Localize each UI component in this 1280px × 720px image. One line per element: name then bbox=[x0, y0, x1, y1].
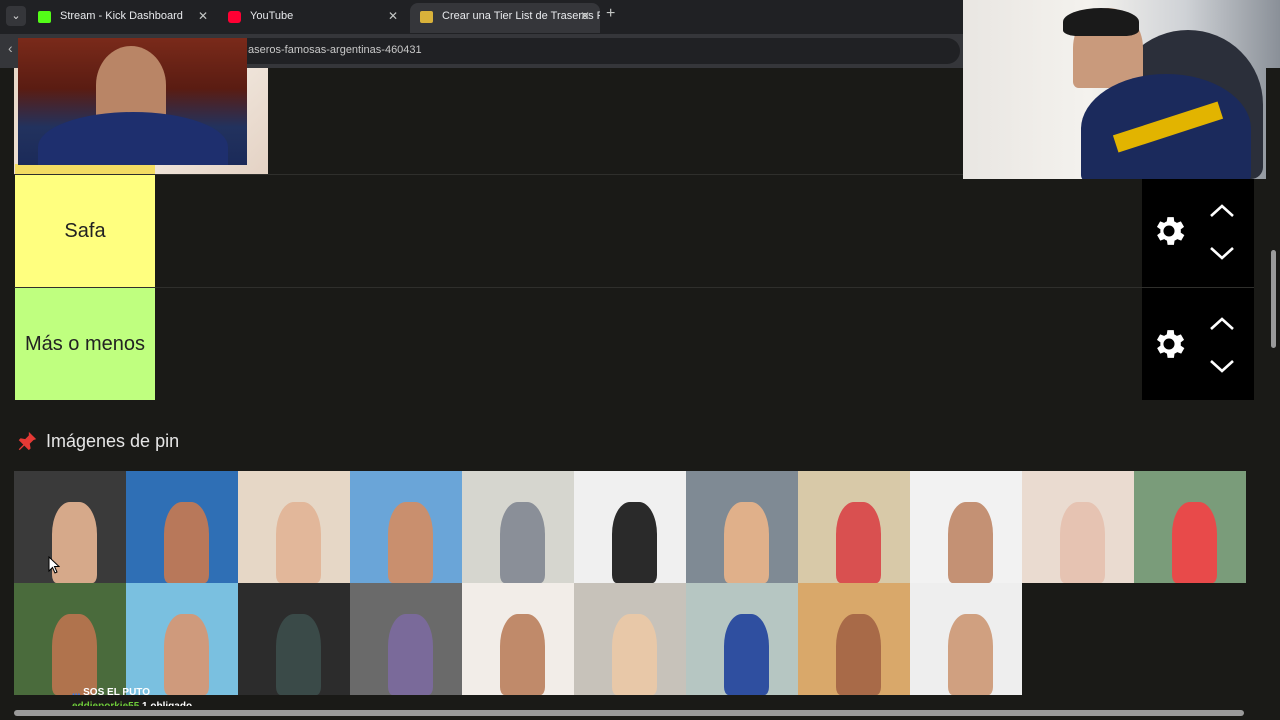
pool-image[interactable] bbox=[350, 471, 462, 583]
scrollbar-thumb[interactable] bbox=[1271, 250, 1276, 348]
pool-image[interactable] bbox=[126, 583, 238, 695]
pool-image-figure bbox=[612, 614, 657, 695]
pool-image[interactable] bbox=[686, 583, 798, 695]
pool-image[interactable] bbox=[910, 583, 1022, 695]
tab-title: YouTube bbox=[250, 10, 294, 22]
pool-image-figure bbox=[500, 614, 545, 695]
pool-image-figure bbox=[388, 614, 433, 695]
chevron-up-icon[interactable] bbox=[1208, 203, 1236, 219]
chat-message: ... SOS EL PUTO bbox=[72, 686, 192, 700]
tier-controls bbox=[1142, 175, 1254, 287]
streamer-hair bbox=[1063, 8, 1139, 36]
pool-image[interactable] bbox=[14, 583, 126, 695]
tier-label-text: Safa bbox=[64, 219, 106, 242]
pool-image-figure bbox=[724, 502, 769, 583]
pool-image[interactable] bbox=[798, 583, 910, 695]
new-tab-button[interactable]: + bbox=[606, 5, 615, 23]
pool-image-figure bbox=[1172, 502, 1217, 583]
pool-image[interactable] bbox=[910, 471, 1022, 583]
pool-image-figure bbox=[948, 502, 993, 583]
webcam-overlay-small bbox=[18, 38, 247, 165]
youtube-favicon-icon bbox=[228, 11, 241, 23]
pool-image[interactable] bbox=[574, 471, 686, 583]
horizontal-scrollbar[interactable] bbox=[0, 706, 1280, 720]
pool-image-figure bbox=[164, 614, 209, 695]
tab-title: Crear una Tier List de Traseros F bbox=[442, 10, 600, 22]
tab-search-button[interactable]: ⌄ bbox=[6, 6, 26, 26]
chevron-down-icon[interactable] bbox=[1208, 358, 1236, 374]
gear-icon[interactable] bbox=[1150, 325, 1188, 363]
tab-title: Stream - Kick Dashboard bbox=[60, 10, 183, 22]
pool-image-figure bbox=[1060, 502, 1105, 583]
pool-image-figure bbox=[276, 614, 321, 695]
webcam-overlay-large bbox=[963, 0, 1280, 179]
pool-image[interactable] bbox=[126, 471, 238, 583]
pool-image[interactable] bbox=[798, 471, 910, 583]
pool-image-figure bbox=[276, 502, 321, 583]
tier-label-color-strip bbox=[15, 164, 155, 174]
close-icon[interactable]: ✕ bbox=[388, 3, 398, 30]
gear-icon[interactable] bbox=[1150, 212, 1188, 250]
pool-image-figure bbox=[52, 614, 97, 695]
chat-text: SOS EL PUTO bbox=[83, 687, 150, 698]
section-title: Imágenes de pin bbox=[46, 431, 180, 451]
pool-image-figure bbox=[724, 614, 769, 695]
pool-image-figure bbox=[612, 502, 657, 583]
tier-row: Safa bbox=[14, 174, 1254, 287]
image-pool bbox=[14, 471, 1247, 695]
pool-image[interactable] bbox=[238, 471, 350, 583]
scrollbar-thumb[interactable] bbox=[14, 710, 1244, 716]
back-arrow-icon[interactable]: ‹ bbox=[8, 40, 13, 56]
tab-youtube[interactable]: YouTube ✕ bbox=[218, 3, 408, 33]
pool-image-figure bbox=[164, 502, 209, 583]
app-window: ⌄ Stream - Kick Dashboard ✕ YouTube ✕ Cr… bbox=[0, 0, 1280, 720]
pool-image-figure bbox=[948, 614, 993, 695]
close-icon[interactable]: ✕ bbox=[580, 3, 590, 30]
pool-image[interactable] bbox=[350, 583, 462, 695]
chevron-up-icon[interactable] bbox=[1208, 316, 1236, 332]
chevron-down-icon[interactable] bbox=[1208, 245, 1236, 261]
pool-image[interactable] bbox=[462, 583, 574, 695]
tier-label[interactable]: Safa bbox=[15, 175, 155, 287]
mouse-cursor-icon bbox=[48, 556, 60, 574]
kick-favicon-icon bbox=[38, 11, 51, 23]
pushpin-icon bbox=[18, 431, 37, 451]
tab-tierlist[interactable]: Crear una Tier List de Traseros F ✕ bbox=[410, 3, 600, 33]
pool-image[interactable] bbox=[14, 471, 126, 583]
tiermaker-favicon-icon bbox=[420, 11, 433, 23]
tier-row: Más o menos bbox=[14, 287, 1254, 400]
chat-username: ... bbox=[72, 687, 81, 698]
pool-image[interactable] bbox=[238, 583, 350, 695]
pool-image-figure bbox=[836, 502, 881, 583]
pool-image-figure bbox=[500, 502, 545, 583]
streamer-shirt bbox=[38, 112, 228, 165]
pool-image[interactable] bbox=[686, 471, 798, 583]
tier-label[interactable]: Más o menos bbox=[15, 288, 155, 400]
pool-image-figure bbox=[836, 614, 881, 695]
vertical-scrollbar[interactable] bbox=[1266, 68, 1280, 708]
close-icon[interactable]: ✕ bbox=[198, 3, 208, 30]
tab-kick-dashboard[interactable]: Stream - Kick Dashboard ✕ bbox=[28, 3, 218, 33]
tier-controls bbox=[1142, 288, 1254, 400]
pool-image[interactable] bbox=[1022, 471, 1134, 583]
pool-image-figure bbox=[388, 502, 433, 583]
url-text[interactable]: aseros-famosas-argentinas-460431 bbox=[248, 44, 422, 56]
tier-label-text: Más o menos bbox=[24, 332, 146, 355]
pool-image[interactable] bbox=[462, 471, 574, 583]
pool-image[interactable] bbox=[574, 583, 686, 695]
pool-image[interactable] bbox=[1134, 471, 1246, 583]
